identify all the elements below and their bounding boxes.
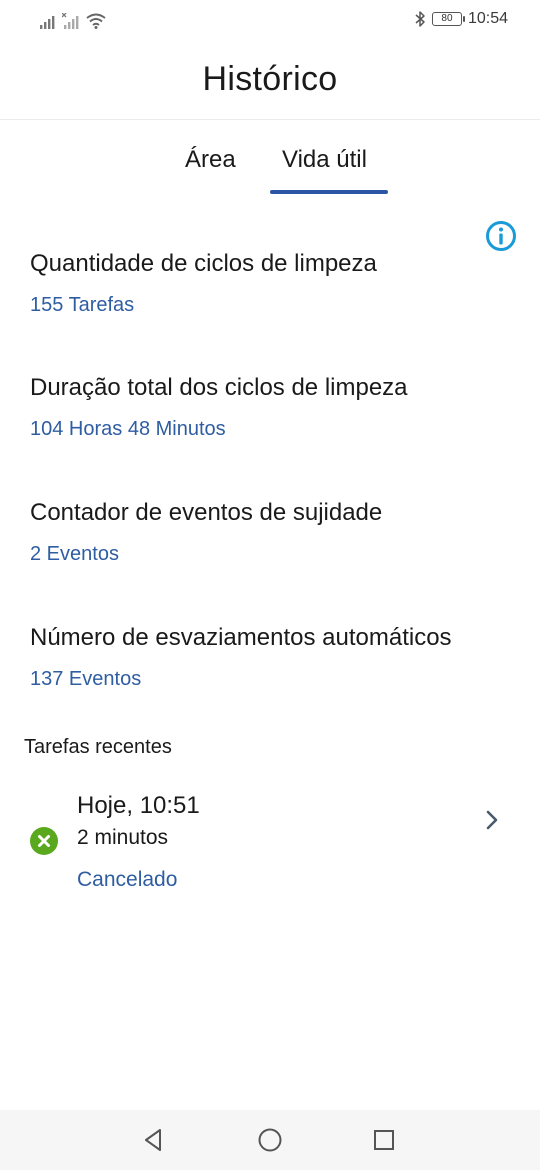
stat-value: 155 Tarefas <box>30 294 135 316</box>
header: Histórico <box>0 40 540 120</box>
recent-task-row[interactable]: Hoje, 10:51 2 minutos Cancelado <box>0 780 540 900</box>
status-bar: 80 10:54 <box>0 0 540 40</box>
stat-dirt-events: Contador de eventos de sujidade 2 Evento… <box>30 499 510 565</box>
stat-value: 137 Eventos <box>30 668 142 690</box>
active-tab-indicator <box>270 190 388 194</box>
chevron-right-icon[interactable] <box>484 808 500 832</box>
info-icon[interactable] <box>485 220 517 252</box>
task-duration: 2 minutos <box>77 826 169 849</box>
recent-apps-icon[interactable] <box>370 1126 398 1154</box>
home-icon[interactable] <box>256 1126 284 1154</box>
cancelled-icon <box>30 827 58 855</box>
tab-lifetime[interactable]: Vida útil <box>282 146 367 174</box>
bluetooth-icon <box>415 11 425 27</box>
stat-total-duration: Duração total dos ciclos de limpeza 104 … <box>30 374 510 440</box>
system-nav-bar <box>0 1110 540 1170</box>
stat-label: Duração total dos ciclos de limpeza <box>30 374 408 401</box>
task-status: Cancelado <box>77 868 178 891</box>
stat-cleaning-cycles: Quantidade de ciclos de limpeza 155 Tare… <box>30 250 510 316</box>
tab-area[interactable]: Área <box>185 146 236 174</box>
wifi-icon <box>86 13 106 29</box>
page-title: Histórico <box>202 60 338 98</box>
stat-label: Contador de eventos de sujidade <box>30 499 383 526</box>
stat-auto-empty: Número de esvaziamentos automáticos 137 … <box>30 624 510 690</box>
recent-tasks-title: Tarefas recentes <box>24 736 172 758</box>
task-date: Hoje, 10:51 <box>77 792 200 819</box>
stat-value: 104 Horas 48 Minutos <box>30 418 226 440</box>
battery-icon: 80 <box>431 12 465 26</box>
back-icon[interactable] <box>140 1126 168 1154</box>
tab-bar: Área Vida útil <box>0 120 540 200</box>
signal-icon <box>62 13 79 29</box>
stat-label: Número de esvaziamentos automáticos <box>30 624 452 651</box>
status-bar-left <box>40 9 106 29</box>
status-bar-right: 80 10:54 <box>414 8 508 30</box>
stat-value: 2 Eventos <box>30 543 119 565</box>
signal-icon <box>40 16 55 29</box>
status-time: 10:54 <box>467 10 508 27</box>
stat-label: Quantidade de ciclos de limpeza <box>30 250 377 277</box>
